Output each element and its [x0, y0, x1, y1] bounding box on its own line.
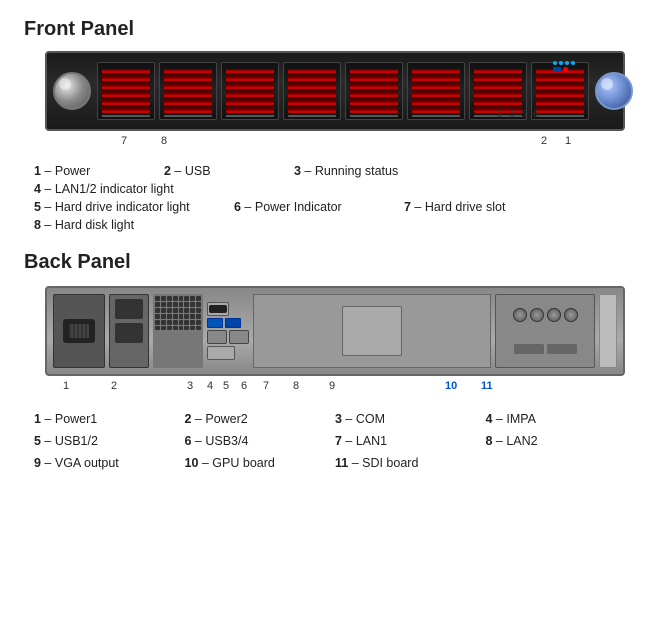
cap-front-8: 8 – Hard disk light	[34, 217, 194, 233]
front-captions-row2: 5 – Hard drive indicator light 6 – Power…	[34, 199, 636, 233]
vga-port	[207, 346, 235, 360]
power-led	[563, 67, 568, 72]
back-power1	[53, 294, 105, 368]
back-server-wrapper: 1 2 3 4 5 6 7 8 9 10 11	[45, 286, 625, 404]
cap-front-5: 5 – Hard drive indicator light	[34, 199, 234, 215]
annot-back-7: 7	[263, 380, 269, 392]
annot-back-9: 9	[329, 380, 335, 392]
com-port	[207, 302, 229, 316]
cap-back-11: 11 – SDI board	[335, 454, 486, 472]
annot-8: 8	[161, 135, 167, 147]
cap-back-7: 7 – LAN1	[335, 432, 486, 450]
annot-back-8: 8	[293, 380, 299, 392]
drive-bay-4	[283, 62, 341, 120]
cap-front-3: 3 – Running status	[294, 163, 474, 179]
annot-back-11: 11	[481, 380, 493, 392]
cap-front-2: 2 – USB	[164, 163, 294, 179]
bnc-3	[547, 308, 561, 322]
back-panel-section: Back Panel	[24, 251, 646, 472]
annot-back-10: 10	[445, 380, 457, 392]
back-captions: 1 – Power1 2 – Power2 3 – COM 4 – IMPA 5…	[24, 410, 646, 472]
back-gpu-area	[495, 294, 595, 368]
annot-back-2: 2	[111, 380, 117, 392]
cap-back-2: 2 – Power2	[185, 410, 336, 428]
annot-5: 5	[521, 109, 527, 120]
slot-panel	[342, 306, 402, 356]
back-ports-cluster	[207, 294, 249, 368]
cap-front-4: 4 – LAN1/2 indicator light	[34, 181, 224, 197]
front-captions: 1 – Power 2 – USB 3 – Running status 4 –…	[24, 163, 646, 233]
bnc-2	[530, 308, 544, 322]
cap-back-3: 3 – COM	[335, 410, 486, 428]
drive-bays	[97, 62, 589, 120]
annot-3: 3	[497, 109, 503, 120]
front-panel-section: Front Panel	[24, 18, 646, 233]
back-end-cap	[599, 294, 617, 368]
annot-back-5: 5	[223, 380, 229, 392]
back-panel-title: Back Panel	[24, 251, 646, 274]
lan2-port	[229, 330, 249, 344]
usb2-port	[225, 318, 241, 328]
drive-bay-6	[407, 62, 465, 120]
annot-back-6: 6	[241, 380, 247, 392]
port-row-bottom	[553, 67, 575, 72]
lan-group	[207, 330, 249, 344]
annot-2-front: 2	[541, 135, 547, 147]
cap-front-7: 7 – Hard drive slot	[404, 199, 564, 215]
drive-bay-1	[97, 62, 155, 120]
front-right-ports	[553, 61, 575, 72]
back-server-image	[45, 286, 625, 376]
cap-front-1: 1 – Power	[34, 163, 164, 179]
cap-back-1: 1 – Power1	[34, 410, 185, 428]
front-right-globe	[595, 72, 633, 110]
back-power2	[109, 294, 149, 368]
front-left-globe	[53, 72, 91, 110]
annot-1-front: 1	[565, 135, 571, 147]
front-panel-title: Front Panel	[24, 18, 646, 41]
cap-back-5: 5 – USB1/2	[34, 432, 185, 450]
front-server-wrapper: 7 8 3 4 5 6 2 1	[45, 51, 625, 159]
cap-back-4: 4 – IMPA	[486, 410, 637, 428]
sdi-port	[547, 344, 577, 354]
gpu-port	[514, 344, 544, 354]
front-annotations: 7 8 3 4 5 6 2 1	[45, 131, 625, 159]
led-5	[565, 61, 569, 65]
back-vent-grid	[153, 294, 203, 368]
drive-bay-2	[159, 62, 217, 120]
annot-6: 6	[533, 109, 539, 120]
annot-back-3: 3	[187, 380, 193, 392]
usb12-group	[207, 318, 249, 328]
lan1-port	[207, 330, 227, 344]
annot-4: 4	[509, 109, 515, 120]
back-annotations: 1 2 3 4 5 6 7 8 9 10 11	[45, 376, 625, 404]
bnc-4	[564, 308, 578, 322]
usb1-port	[207, 318, 223, 328]
annot-back-4: 4	[207, 380, 213, 392]
bnc-1	[513, 308, 527, 322]
led-4	[559, 61, 563, 65]
back-captions-grid: 1 – Power1 2 – Power2 3 – COM 4 – IMPA 5…	[34, 410, 636, 472]
cap-back-6: 6 – USB3/4	[185, 432, 336, 450]
cap-front-6: 6 – Power Indicator	[234, 199, 404, 215]
drive-bay-5	[345, 62, 403, 120]
back-slots	[253, 294, 491, 368]
annot-back-1: 1	[63, 380, 69, 392]
led-3	[553, 61, 557, 65]
annot-7: 7	[121, 135, 127, 147]
usb-port-front	[553, 67, 561, 72]
front-captions-row1: 1 – Power 2 – USB 3 – Running status 4 –…	[34, 163, 636, 197]
port-row-top	[553, 61, 575, 65]
cap-back-10: 10 – GPU board	[185, 454, 336, 472]
power1-socket	[63, 319, 95, 343]
led-6	[571, 61, 575, 65]
cap-back-8: 8 – LAN2	[486, 432, 637, 450]
drive-bay-3	[221, 62, 279, 120]
cap-back-9: 9 – VGA output	[34, 454, 185, 472]
